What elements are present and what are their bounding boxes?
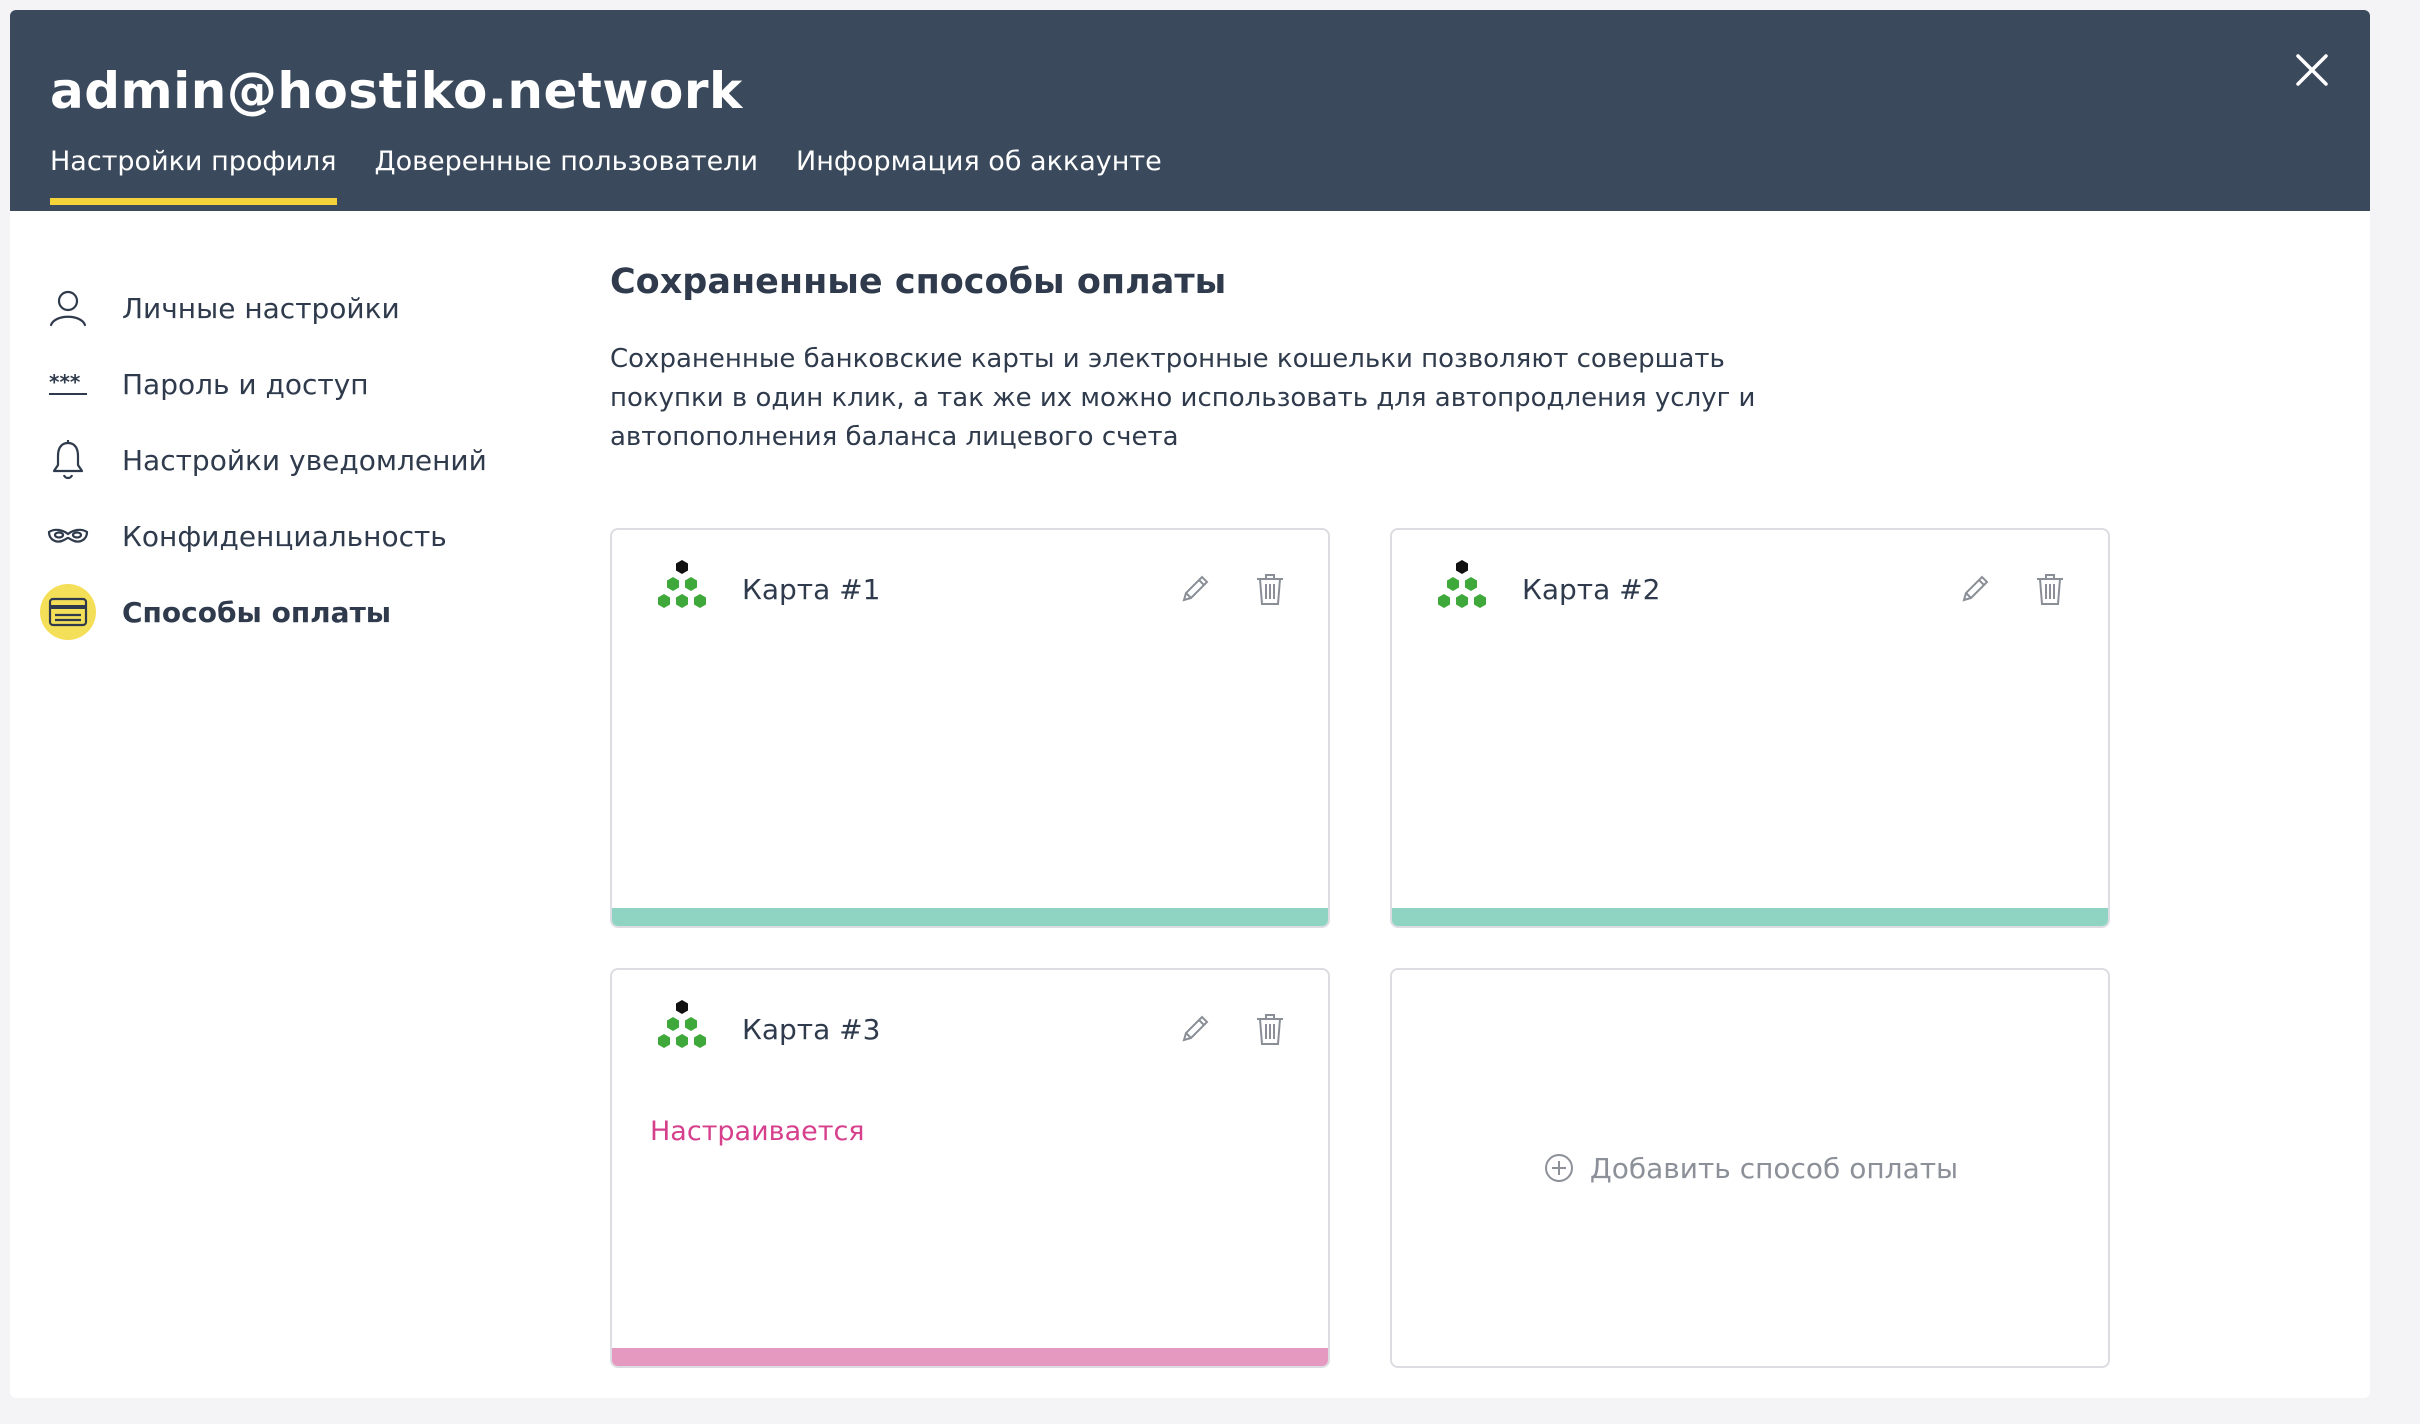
sidebar-item-label: Личные настройки xyxy=(122,291,400,325)
sidebar-item-notifications[interactable]: Настройки уведомлений xyxy=(40,422,560,498)
delete-card-button[interactable] xyxy=(1250,1009,1290,1049)
sidebar-item-payment-methods[interactable]: Способы оплаты xyxy=(40,574,560,650)
bank-logo-icon xyxy=(658,560,706,608)
sidebar-item-privacy[interactable]: Конфиденциальность xyxy=(40,498,560,574)
add-payment-method-label: Добавить способ оплаты xyxy=(1589,1151,1959,1185)
profile-modal: admin@hostiko.network Настройки профиля … xyxy=(10,10,2370,1398)
plus-circle-icon xyxy=(1544,1154,1573,1182)
svg-text:***: *** xyxy=(49,370,81,394)
payment-card: Карта #3 Настраивается xyxy=(610,968,1330,1368)
bank-logo-icon xyxy=(1438,560,1486,608)
trash-icon xyxy=(2037,574,2063,605)
mask-icon xyxy=(40,508,96,564)
sidebar-item-personal[interactable]: Личные настройки xyxy=(40,270,560,346)
close-icon xyxy=(2296,54,2328,86)
tab-trusted-users[interactable]: Доверенные пользователи xyxy=(375,146,759,201)
pencil-icon xyxy=(1182,575,1209,602)
tab-profile-settings[interactable]: Настройки профиля xyxy=(50,146,337,205)
settings-sidebar: Личные настройки *** Пароль и доступ Нас… xyxy=(40,270,560,650)
page-title: Сохраненные способы оплаты xyxy=(610,262,1227,302)
edit-card-button[interactable] xyxy=(1175,569,1215,609)
sidebar-item-label: Конфиденциальность xyxy=(122,519,447,553)
sidebar-item-label: Способы оплаты xyxy=(122,595,392,629)
user-icon xyxy=(40,280,96,336)
bell-icon xyxy=(40,432,96,488)
card-status-text: Настраивается xyxy=(650,1116,865,1147)
card-name: Карта #2 xyxy=(1522,572,1661,606)
password-icon: *** xyxy=(40,356,96,412)
credit-card-icon xyxy=(40,584,96,640)
sidebar-item-password[interactable]: *** Пароль и доступ xyxy=(40,346,560,422)
add-payment-method-button[interactable]: Добавить способ оплаты xyxy=(1390,968,2110,1368)
section-description: Сохраненные банковские карты и электронн… xyxy=(610,344,1756,452)
card-name: Карта #1 xyxy=(742,572,881,606)
pencil-icon xyxy=(1962,575,1989,602)
payment-methods-section: Сохраненные способы оплаты Сохраненные б… xyxy=(610,262,2170,1368)
sidebar-item-label: Пароль и доступ xyxy=(122,367,369,401)
trash-icon xyxy=(1257,1014,1283,1045)
bank-logo-icon xyxy=(658,1000,706,1048)
card-name: Карта #3 xyxy=(742,1012,881,1046)
payment-card: Карта #2 xyxy=(1390,528,2110,928)
modal-header: admin@hostiko.network Настройки профиля … xyxy=(10,10,2370,211)
payment-card: Карта #1 xyxy=(610,528,1330,928)
profile-tabs: Настройки профиля Доверенные пользовател… xyxy=(50,146,1200,205)
tab-account-info[interactable]: Информация об аккаунте xyxy=(796,146,1162,201)
delete-card-button[interactable] xyxy=(1250,569,1290,609)
account-title: admin@hostiko.network xyxy=(50,62,743,120)
close-button[interactable] xyxy=(2290,48,2334,92)
card-status-bar xyxy=(612,1348,1328,1366)
edit-card-button[interactable] xyxy=(1175,1009,1215,1049)
delete-card-button[interactable] xyxy=(2030,569,2070,609)
trash-icon xyxy=(1257,574,1283,605)
card-status-bar xyxy=(1392,908,2108,926)
payment-cards-grid: Карта #1 Карта #2 Карта #3 Настраивается… xyxy=(610,528,2110,1368)
sidebar-item-label: Настройки уведомлений xyxy=(122,443,487,477)
pencil-icon xyxy=(1182,1015,1209,1042)
edit-card-button[interactable] xyxy=(1955,569,1995,609)
card-status-bar xyxy=(612,908,1328,926)
